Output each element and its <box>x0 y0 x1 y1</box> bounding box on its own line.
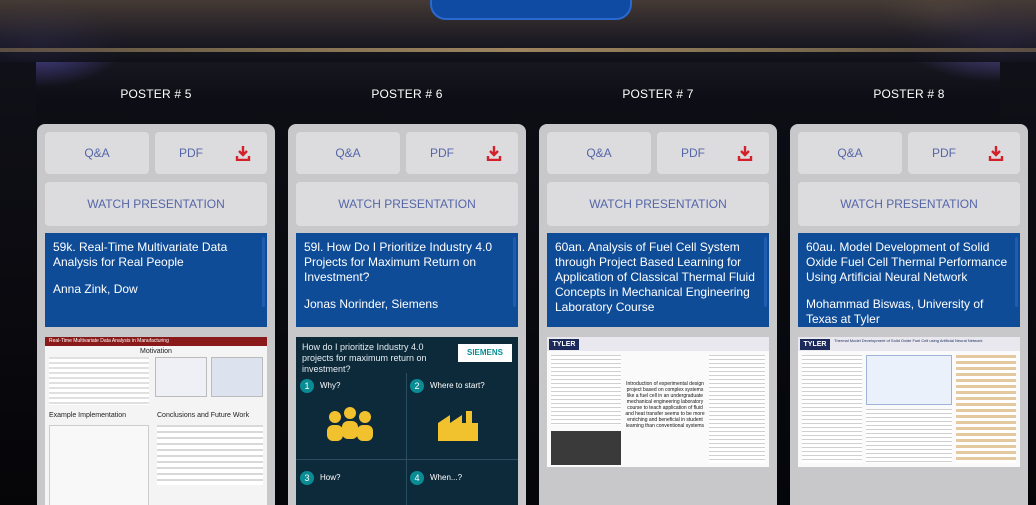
watch-presentation-button[interactable]: WATCH PRESENTATION <box>45 182 267 226</box>
step-number-badge: 1 <box>300 379 314 393</box>
thumb-headline: How do I prioritize Industry 4.0 project… <box>302 342 427 374</box>
info-scrollbar[interactable] <box>262 237 265 307</box>
step-number-badge: 3 <box>300 471 314 485</box>
pdf-label: PDF <box>932 146 956 160</box>
step-number-badge: 4 <box>410 471 424 485</box>
watch-presentation-button[interactable]: WATCH PRESENTATION <box>547 182 769 226</box>
poster-info-panel: 60an. Analysis of Fuel Cell System throu… <box>547 233 769 327</box>
thumb-conclusions-heading: Conclusions and Future Work <box>157 412 250 419</box>
ceiling-beam <box>0 48 1036 52</box>
thumb-header-bar <box>547 337 769 351</box>
thumb-text-block <box>709 355 765 463</box>
poster-column-8: POSTER # 8 Q&A PDF WATCH PRESENTATION 60… <box>790 84 1028 505</box>
step-number-badge: 2 <box>410 379 424 393</box>
question-where-to-start: Where to start? <box>430 381 485 390</box>
download-icon <box>235 146 251 161</box>
watch-presentation-button[interactable]: WATCH PRESENTATION <box>798 182 1020 226</box>
question-why: Why? <box>320 381 341 390</box>
poster-info-panel: 59k. Real-Time Multivariate Data Analysi… <box>45 233 267 327</box>
pdf-label: PDF <box>179 146 203 160</box>
info-scrollbar[interactable] <box>764 237 767 307</box>
thumb-motivation: Motivation <box>140 348 172 355</box>
thumb-headline: Real-Time Multivariate Data Analysis in … <box>45 337 267 346</box>
question-when: When...? <box>430 473 463 482</box>
thumb-chart <box>211 357 263 397</box>
thumb-network-diagram <box>866 355 952 405</box>
thumb-chart <box>155 357 207 397</box>
poster-title-text: 60au. Model Development of Solid Oxide F… <box>806 240 1008 284</box>
utyler-logo: TYLER <box>549 339 579 350</box>
qa-button[interactable]: Q&A <box>547 132 651 174</box>
thumb-example-heading: Example Implementation <box>49 412 127 419</box>
download-icon <box>486 146 502 161</box>
info-scrollbar[interactable] <box>513 237 516 307</box>
poster-title-text: 59k. Real-Time Multivariate Data Analysi… <box>53 240 228 269</box>
people-icon <box>320 405 380 445</box>
poster-heading: POSTER # 8 <box>873 87 945 101</box>
download-icon <box>737 146 753 161</box>
thumb-table <box>956 355 1016 463</box>
thumb-text-block <box>157 425 263 485</box>
qa-button[interactable]: Q&A <box>296 132 400 174</box>
factory-icon <box>434 409 484 443</box>
thumb-body: Introduction of experimental design proj… <box>625 381 705 429</box>
info-scrollbar[interactable] <box>1015 237 1018 307</box>
thumb-headline: Thermal Model Development of Solid Oxide… <box>834 338 983 343</box>
pdf-button[interactable]: PDF <box>155 132 267 174</box>
siemens-logo: SIEMENS <box>458 344 512 362</box>
poster-heading: POSTER # 5 <box>120 87 192 101</box>
poster-info-panel: 60au. Model Development of Solid Oxide F… <box>798 233 1020 327</box>
poster-author-text: Jonas Norinder, Siemens <box>304 297 439 311</box>
poster-column-6: POSTER # 6 Q&A PDF WATCH PRESENTATION 59… <box>288 84 526 505</box>
poster-thumbnail[interactable]: How do I prioritize Industry 4.0 project… <box>296 337 518 505</box>
poster-thumbnail[interactable]: Real-Time Multivariate Data Analysis in … <box>45 337 267 505</box>
watch-presentation-button[interactable]: WATCH PRESENTATION <box>296 182 518 226</box>
poster-card: Q&A PDF WATCH PRESENTATION 59l. How Do I… <box>288 124 526 505</box>
pdf-label: PDF <box>681 146 705 160</box>
utyler-logo: TYLER <box>800 339 830 350</box>
divider <box>406 373 407 505</box>
qa-button[interactable]: Q&A <box>45 132 149 174</box>
thumb-text-block <box>802 355 862 463</box>
pdf-label: PDF <box>430 146 454 160</box>
poster-title-text: 59l. How Do I Prioritize Industry 4.0 Pr… <box>304 240 493 284</box>
poster-heading: POSTER # 7 <box>622 87 694 101</box>
download-icon <box>988 146 1004 161</box>
divider <box>296 459 518 460</box>
pdf-button[interactable]: PDF <box>908 132 1020 174</box>
poster-column-5: POSTER # 5 Q&A PDF WATCH PRESENTATION 59… <box>37 84 275 505</box>
thumb-text-block <box>49 357 149 405</box>
poster-thumbnail[interactable]: TYLER Thermal Model Development of Solid… <box>798 337 1020 467</box>
poster-card: Q&A PDF WATCH PRESENTATION 60an. Analysi… <box>539 124 777 505</box>
thumb-diagram <box>49 425 149 505</box>
poster-card: Q&A PDF WATCH PRESENTATION 59k. Real-Tim… <box>37 124 275 505</box>
pdf-button[interactable]: PDF <box>406 132 518 174</box>
poster-author-text: Anna Zink, Dow <box>53 282 138 296</box>
thumb-text-block <box>866 409 952 463</box>
thumb-photo <box>551 431 621 465</box>
poster-title-text: 60an. Analysis of Fuel Cell System throu… <box>555 240 755 314</box>
thumb-text-block <box>551 355 621 425</box>
poster-thumbnail[interactable]: TYLER Introduction of experimental desig… <box>547 337 769 467</box>
poster-card: Q&A PDF WATCH PRESENTATION 60au. Model D… <box>790 124 1028 505</box>
poster-column-7: POSTER # 7 Q&A PDF WATCH PRESENTATION 60… <box>539 84 777 505</box>
question-how: How? <box>320 473 341 482</box>
poster-heading: POSTER # 6 <box>371 87 443 101</box>
top-banner-tab[interactable] <box>430 0 632 20</box>
pdf-button[interactable]: PDF <box>657 132 769 174</box>
poster-info-panel: 59l. How Do I Prioritize Industry 4.0 Pr… <box>296 233 518 327</box>
poster-author-text: Mohammad Biswas, University of Texas at … <box>806 297 984 326</box>
qa-button[interactable]: Q&A <box>798 132 902 174</box>
left-wall <box>0 62 36 505</box>
